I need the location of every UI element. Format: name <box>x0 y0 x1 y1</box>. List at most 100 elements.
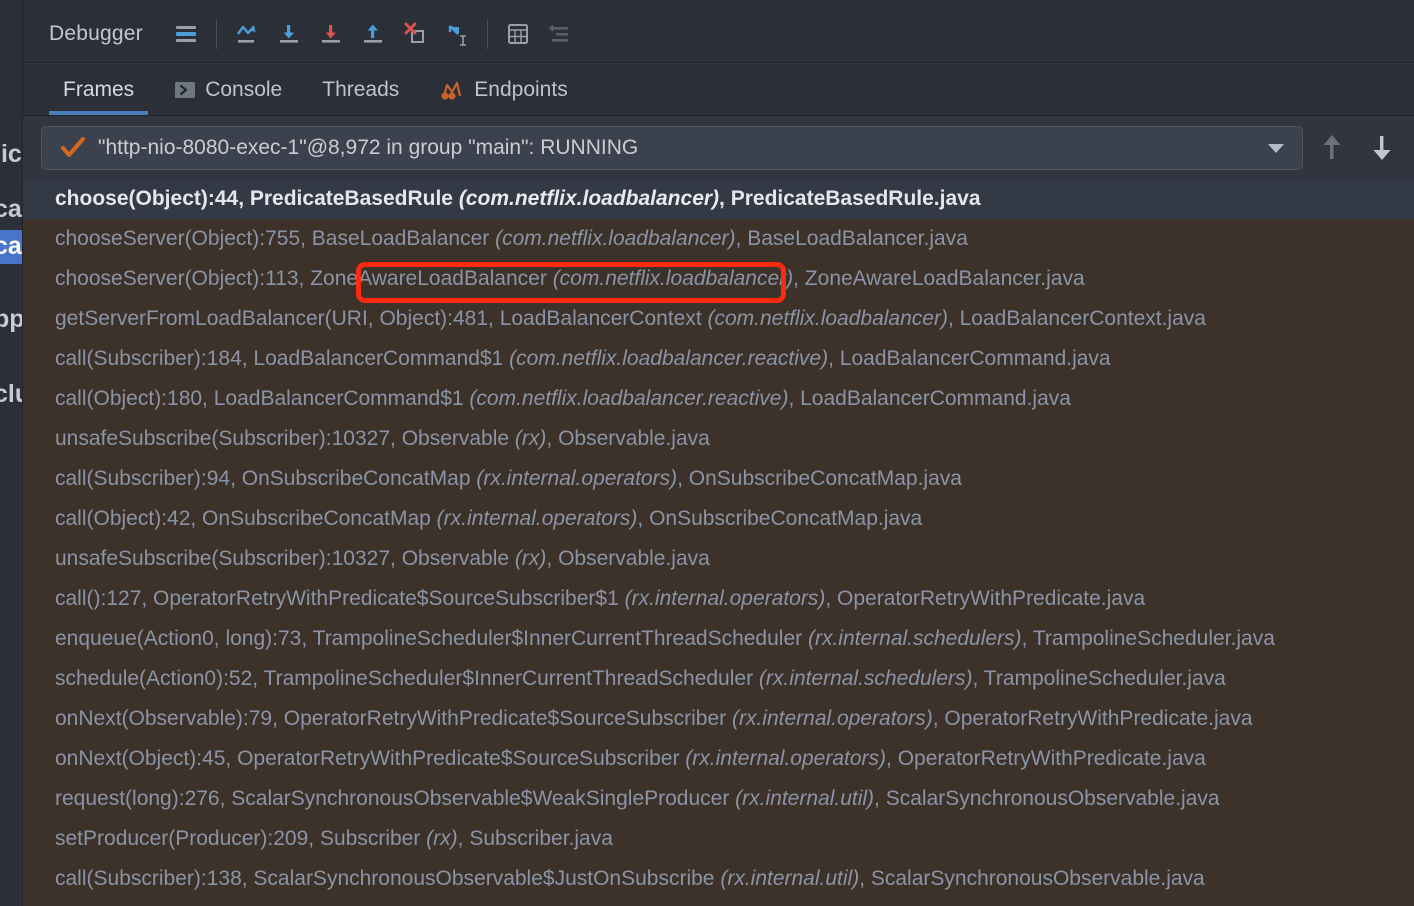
step-out-icon <box>359 20 387 48</box>
drop-frame-button[interactable] <box>394 13 436 55</box>
frames-list[interactable]: choose(Object):44, PredicateBasedRule (c… <box>23 179 1414 906</box>
editor-code-fragment: lic <box>0 140 22 168</box>
frame-method: chooseServer(Object):113, ZoneAwareLoadB… <box>55 267 553 290</box>
frame-file: , TrampolineScheduler.java <box>972 667 1226 690</box>
frame-method: chooseServer(Object):755, BaseLoadBalanc… <box>55 227 496 250</box>
frame-package: (com.netflix.loadbalancer) <box>552 267 794 290</box>
run-to-cursor-button[interactable] <box>436 13 478 55</box>
frame-row[interactable]: chooseServer(Object):755, BaseLoadBalanc… <box>23 219 1414 259</box>
frame-file: , LoadBalancerCommand.java <box>788 387 1071 410</box>
frame-package: (com.netflix.loadbalancer) <box>458 187 720 210</box>
frame-package: (rx.internal.operators) <box>436 507 638 530</box>
tab-threads-label: Threads <box>322 77 400 101</box>
frame-file: , ZoneAwareLoadBalancer.java <box>793 267 1085 290</box>
frame-method: onNext(Object):45, OperatorRetryWithPred… <box>55 747 686 770</box>
frame-row[interactable]: setProducer(Producer):209, Subscriber (r… <box>23 819 1414 859</box>
frame-package: (rx.internal.util) <box>735 787 875 810</box>
frame-row[interactable]: unsafeSubscribe(Subscriber):10327, Obser… <box>23 419 1414 459</box>
frame-method: enqueue(Action0, long):73, TrampolineSch… <box>55 627 808 650</box>
frame-file: , LoadBalancerCommand.java <box>828 347 1111 370</box>
force-step-into-icon <box>317 20 345 48</box>
frame-file: , Subscriber.java <box>457 827 613 850</box>
tab-console[interactable]: Console <box>160 64 296 115</box>
previous-frame-button[interactable] <box>1311 126 1353 170</box>
frame-file: , OperatorRetryWithPredicate.java <box>825 587 1146 610</box>
frame-package: (rx.internal.operators) <box>476 467 678 490</box>
tab-endpoints-label: Endpoints <box>474 77 568 101</box>
frame-package: (com.netflix.loadbalancer) <box>495 227 736 250</box>
orange-check-icon <box>60 136 86 160</box>
step-over-button[interactable] <box>226 13 268 55</box>
frame-row[interactable]: call(Subscriber):138, ScalarSynchronousO… <box>23 859 1414 899</box>
frame-file: , OperatorRetryWithPredicate.java <box>886 747 1206 770</box>
frame-row[interactable]: onNext(Object):45, OperatorRetryWithPred… <box>23 739 1414 779</box>
tab-threads[interactable]: Threads <box>308 64 413 115</box>
show-execution-point-icon <box>172 20 200 48</box>
tab-endpoints[interactable]: Endpoints <box>425 64 581 115</box>
thread-selector[interactable]: "http-nio-8080-exec-1"@8,972 in group "m… <box>41 126 1303 170</box>
endpoints-icon <box>439 78 465 102</box>
tab-frames-label: Frames <box>63 77 135 101</box>
editor-code-fragment: ca <box>0 230 22 264</box>
layout-settings-button[interactable] <box>539 13 581 55</box>
frame-package: (rx) <box>514 547 547 570</box>
step-out-button[interactable] <box>352 13 394 55</box>
frame-method: call(Subscriber):138, ScalarSynchronousO… <box>55 867 721 890</box>
run-to-cursor-icon <box>442 20 472 48</box>
frame-method: call(Subscriber):94, OnSubscribeConcatMa… <box>55 467 477 490</box>
frame-method: call(Object):42, OnSubscribeConcatMap <box>55 507 437 530</box>
frame-row[interactable]: call(Object):180, LoadBalancerCommand$1 … <box>23 379 1414 419</box>
editor-code-fragment: ca <box>0 195 22 223</box>
frame-file: , OnSubscribeConcatMap.java <box>677 467 962 490</box>
frame-method: setProducer(Producer):209, Subscriber <box>55 827 427 850</box>
frame-file: , ScalarSynchronousObservable.java <box>874 787 1220 810</box>
frame-package: (rx.internal.util) <box>720 867 860 890</box>
next-frame-button[interactable] <box>1361 126 1403 170</box>
evaluate-expression-button[interactable] <box>497 13 539 55</box>
frame-method: choose(Object):44, PredicateBasedRule <box>55 187 459 210</box>
step-into-button[interactable] <box>268 13 310 55</box>
debugger-title: Debugger <box>49 21 143 45</box>
debugger-window: liccacappclu Debugger <box>0 0 1414 906</box>
frame-method: call(Subscriber):184, LoadBalancerComman… <box>55 347 510 370</box>
frame-row[interactable]: call(Object):42, OnSubscribeConcatMap (r… <box>23 499 1414 539</box>
frame-package: (com.netflix.loadbalancer) <box>707 307 948 330</box>
frame-row[interactable]: enqueue(Action0, long):73, TrampolineSch… <box>23 619 1414 659</box>
frame-file: , Observable.java <box>546 547 710 570</box>
thread-selector-row: "http-nio-8080-exec-1"@8,972 in group "m… <box>23 117 1414 179</box>
drop-frame-icon <box>401 20 429 48</box>
frame-row[interactable]: chooseServer(Object):113, ZoneAwareLoadB… <box>23 259 1414 299</box>
frame-package: (com.netflix.loadbalancer.reactive) <box>509 347 829 370</box>
frame-file: , TrampolineScheduler.java <box>1021 627 1275 650</box>
frame-row[interactable]: choose(Object):44, PredicateBasedRule (c… <box>23 179 1414 219</box>
arrow-up-icon <box>1320 133 1344 163</box>
frame-row[interactable]: schedule(Action0):52, TrampolineSchedule… <box>23 659 1414 699</box>
debugger-panel: Debugger Frames Console Threads Endpoint… <box>22 0 1414 906</box>
evaluate-expression-icon <box>504 20 532 48</box>
editor-code-fragment: pp <box>0 305 25 333</box>
frame-row[interactable]: call():127, OperatorRetryWithPredicate$S… <box>23 579 1414 619</box>
chevron-down-icon[interactable] <box>1266 141 1286 155</box>
force-step-into-button[interactable] <box>310 13 352 55</box>
frame-file: , BaseLoadBalancer.java <box>735 227 968 250</box>
frame-method: unsafeSubscribe(Subscriber):10327, Obser… <box>55 427 515 450</box>
settings-icon <box>546 20 574 48</box>
frame-row[interactable]: request(long):276, ScalarSynchronousObse… <box>23 779 1414 819</box>
arrow-down-icon <box>1370 133 1394 163</box>
frame-method: onNext(Observable):79, OperatorRetryWith… <box>55 707 732 730</box>
frame-row[interactable]: call(Subscriber):94, OnSubscribeConcatMa… <box>23 459 1414 499</box>
frame-row[interactable]: onNext(Observable):79, OperatorRetryWith… <box>23 699 1414 739</box>
frame-row[interactable]: call(Subscriber):184, LoadBalancerComman… <box>23 339 1414 379</box>
tab-console-label: Console <box>205 77 283 101</box>
step-into-icon <box>275 20 303 48</box>
frame-row[interactable]: getServerFromLoadBalancer(URI, Object):4… <box>23 299 1414 339</box>
frame-package: (rx) <box>514 427 547 450</box>
toolbar-separator-1 <box>215 18 217 49</box>
tab-frames[interactable]: Frames <box>49 64 149 115</box>
thread-selector-value: "http-nio-8080-exec-1"@8,972 in group "m… <box>98 136 639 159</box>
frame-method: unsafeSubscribe(Subscriber):10327, Obser… <box>55 547 515 570</box>
show-execution-point-button[interactable] <box>165 13 207 55</box>
frame-row[interactable]: unsafeSubscribe(Subscriber):10327, Obser… <box>23 539 1414 579</box>
frame-file: , LoadBalancerContext.java <box>947 307 1206 330</box>
frame-file: , OperatorRetryWithPredicate.java <box>932 707 1253 730</box>
